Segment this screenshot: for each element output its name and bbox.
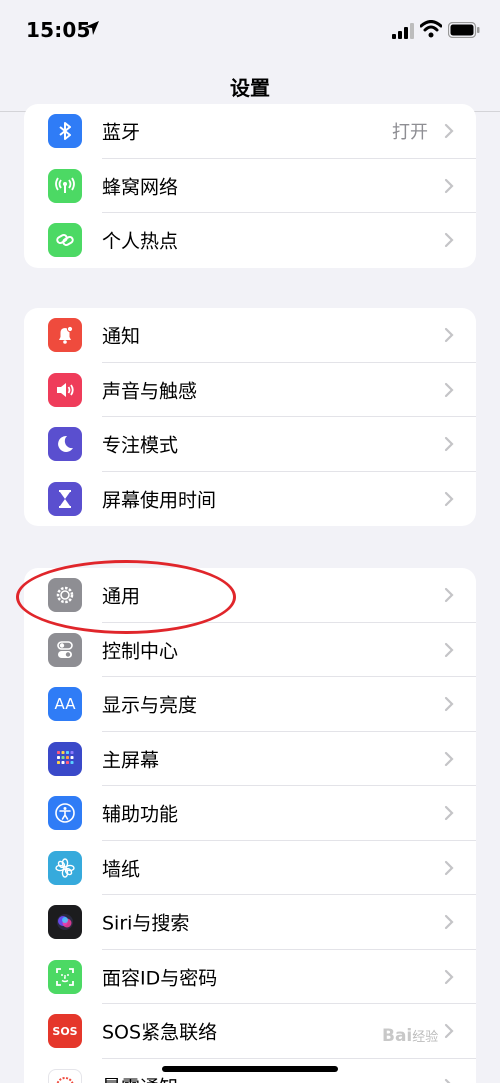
row-label: 屏幕使用时间 bbox=[102, 489, 217, 512]
row-label: 主屏幕 bbox=[102, 749, 160, 772]
chevron-right-icon bbox=[444, 233, 454, 248]
chevron-right-icon bbox=[444, 915, 454, 930]
location-arrow-icon bbox=[85, 21, 99, 35]
settings-row-face-id[interactable]: 面容ID与密码 bbox=[24, 950, 476, 1004]
chevron-right-icon bbox=[444, 751, 454, 766]
row-label: 面容ID与密码 bbox=[102, 967, 218, 990]
settings-row-focus[interactable]: 专注模式 bbox=[24, 417, 476, 472]
row-label: 蜂窝网络 bbox=[102, 176, 179, 199]
chevron-right-icon bbox=[444, 491, 454, 506]
chevron-right-icon bbox=[444, 969, 454, 984]
hotspot-icon bbox=[48, 223, 82, 258]
row-label: 蓝牙 bbox=[102, 121, 141, 144]
chevron-right-icon bbox=[444, 697, 454, 712]
chevron-right-icon bbox=[444, 642, 454, 657]
status-bar: 15:05 bbox=[0, 0, 500, 58]
battery-icon bbox=[448, 22, 480, 38]
watermark-text: 经验 bbox=[412, 1030, 439, 1045]
text-size-icon: AA bbox=[48, 687, 82, 722]
row-label: 通知 bbox=[102, 325, 141, 348]
row-label: 暴露通知 bbox=[102, 1072, 178, 1083]
chevron-right-icon bbox=[444, 437, 454, 452]
row-label: 专注模式 bbox=[102, 434, 179, 457]
speaker-icon bbox=[48, 372, 82, 407]
settings-row-notifications[interactable]: 通知 bbox=[24, 308, 476, 363]
row-label: 声音与触感 bbox=[102, 380, 198, 403]
signal-icon bbox=[392, 23, 414, 39]
bluetooth-icon bbox=[48, 114, 82, 149]
settings-row-cellular[interactable]: 蜂窝网络 bbox=[24, 159, 476, 213]
face-id-icon bbox=[48, 959, 82, 994]
settings-group-notifications: 通知 声音与触感 专注模式 屏幕使用时间 bbox=[24, 308, 476, 526]
chevron-right-icon bbox=[444, 328, 454, 343]
settings-row-home-screen[interactable]: 主屏幕 bbox=[24, 732, 476, 786]
chevron-right-icon bbox=[444, 124, 454, 139]
settings-row-siri-search[interactable]: Siri与搜索 bbox=[24, 895, 476, 950]
chevron-right-icon bbox=[444, 1024, 454, 1039]
settings-row-bluetooth[interactable]: 蓝牙 打开 bbox=[24, 104, 476, 159]
sos-icon: SOS bbox=[48, 1014, 82, 1049]
row-label: Siri与搜索 bbox=[102, 912, 190, 935]
page-title: 设置 bbox=[230, 76, 270, 100]
siri-icon bbox=[48, 905, 82, 940]
settings-row-hotspot[interactable]: 个人热点 bbox=[24, 213, 476, 268]
row-label: SOS紧急联络 bbox=[102, 1021, 218, 1044]
settings-row-display-brightness[interactable]: AA 显示与亮度 bbox=[24, 677, 476, 732]
settings-row-accessibility[interactable]: 辅助功能 bbox=[24, 786, 476, 841]
settings-row-screen-time[interactable]: 屏幕使用时间 bbox=[24, 472, 476, 527]
moon-icon bbox=[48, 427, 82, 462]
bell-icon bbox=[48, 318, 82, 353]
status-time: 15:05 bbox=[26, 18, 91, 42]
chevron-right-icon bbox=[444, 806, 454, 821]
chevron-right-icon bbox=[444, 860, 454, 875]
exposure-icon bbox=[48, 1068, 82, 1083]
chevron-right-icon bbox=[444, 588, 454, 603]
row-label: 显示与亮度 bbox=[102, 694, 198, 717]
bluetooth-status-value: 打开 bbox=[392, 122, 428, 144]
settings-row-wallpaper[interactable]: 墙纸 bbox=[24, 841, 476, 895]
chevron-right-icon bbox=[444, 1078, 451, 1083]
highlight-annotation-oval bbox=[16, 560, 236, 634]
home-indicator[interactable] bbox=[162, 1066, 338, 1072]
row-label: 个人热点 bbox=[102, 230, 179, 253]
row-label: 辅助功能 bbox=[102, 803, 179, 826]
settings-group-connectivity: 蓝牙 打开 蜂窝网络 个人热点 bbox=[24, 104, 476, 268]
hourglass-icon bbox=[48, 481, 82, 516]
watermark: Bai经验 bbox=[382, 1026, 438, 1046]
toggles-icon bbox=[48, 632, 82, 667]
chevron-right-icon bbox=[444, 382, 454, 397]
home-screen-icon bbox=[48, 741, 82, 776]
row-label: 控制中心 bbox=[102, 640, 179, 663]
row-label: 墙纸 bbox=[102, 858, 141, 881]
settings-row-sounds[interactable]: 声音与触感 bbox=[24, 363, 476, 417]
settings-group-general: 通用 控制中心 AA 显示与亮度 主屏幕 辅助功能 墙纸 Siri与搜索 面容I… bbox=[24, 568, 476, 1083]
flower-icon bbox=[48, 850, 82, 885]
cellular-icon bbox=[48, 168, 82, 203]
watermark-brand: Bai bbox=[382, 1026, 413, 1046]
wifi-icon bbox=[420, 20, 442, 38]
chevron-right-icon bbox=[444, 178, 454, 193]
accessibility-icon bbox=[48, 796, 82, 831]
